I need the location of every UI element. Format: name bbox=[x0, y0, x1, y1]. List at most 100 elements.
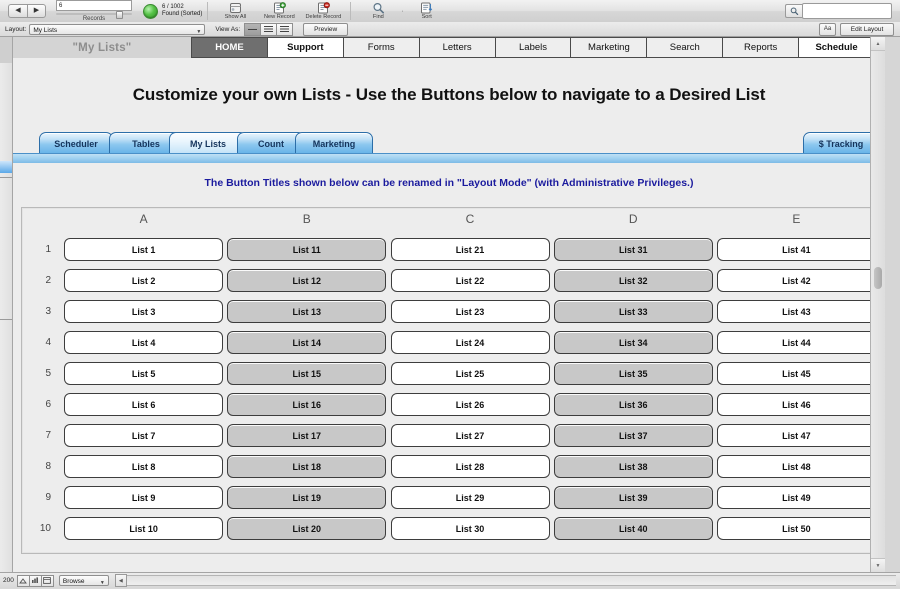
zoom-buttons[interactable] bbox=[17, 575, 54, 587]
nav-tab-marketing[interactable]: Marketing bbox=[571, 37, 647, 58]
list-button[interactable]: List 43 bbox=[717, 300, 876, 323]
new-record-icon bbox=[273, 2, 286, 14]
nav-tab-forms[interactable]: Forms bbox=[344, 37, 420, 58]
horizontal-scroll-track[interactable] bbox=[127, 575, 896, 586]
list-button[interactable]: List 42 bbox=[717, 269, 876, 292]
list-button[interactable]: List 25 bbox=[391, 362, 550, 385]
sort-button[interactable]: Sort bbox=[405, 2, 449, 20]
list-button[interactable]: List 44 bbox=[717, 331, 876, 354]
list-button[interactable]: List 17 bbox=[227, 424, 386, 447]
list-button[interactable]: List 11 bbox=[227, 238, 386, 261]
list-button[interactable]: List 14 bbox=[227, 331, 386, 354]
nav-tab-search[interactable]: Search bbox=[647, 37, 723, 58]
preview-button[interactable]: Preview bbox=[303, 23, 348, 36]
pie-chart-icon[interactable] bbox=[143, 4, 158, 19]
list-button[interactable]: List 40 bbox=[554, 517, 713, 540]
list-button[interactable]: List 32 bbox=[554, 269, 713, 292]
mode-select[interactable]: Browse ▼ bbox=[59, 575, 109, 586]
record-navigation[interactable]: ◀ ▶ bbox=[8, 4, 46, 18]
layout-select[interactable]: My Lists ▼ bbox=[29, 24, 205, 35]
find-button[interactable]: Find bbox=[356, 2, 400, 20]
zoom-out-button[interactable] bbox=[17, 575, 30, 587]
show-all-button[interactable]: Show All bbox=[213, 2, 257, 20]
list-button[interactable]: List 7 bbox=[64, 424, 223, 447]
list-button[interactable]: List 36 bbox=[554, 393, 713, 416]
view-as-buttons[interactable] bbox=[244, 23, 293, 36]
list-button[interactable]: List 4 bbox=[64, 331, 223, 354]
list-button[interactable]: List 39 bbox=[554, 486, 713, 509]
nav-tab-letters[interactable]: Letters bbox=[420, 37, 496, 58]
list-button[interactable]: List 49 bbox=[717, 486, 876, 509]
horizontal-scrollbar[interactable]: ◀ bbox=[115, 575, 896, 586]
scroll-left-icon[interactable]: ◀ bbox=[115, 574, 127, 587]
list-button[interactable]: List 38 bbox=[554, 455, 713, 478]
new-record-button[interactable]: New Record bbox=[257, 2, 301, 20]
list-button[interactable]: List 5 bbox=[64, 362, 223, 385]
view-as-list-button[interactable] bbox=[261, 23, 277, 36]
main-nav-tabs[interactable]: HOME Support Forms Letters Labels Market… bbox=[191, 37, 885, 58]
view-as-form-button[interactable] bbox=[244, 23, 261, 36]
scroll-up-icon[interactable]: ▲ bbox=[871, 37, 885, 51]
sub-tab-marketing[interactable]: Marketing bbox=[295, 132, 373, 154]
list-button[interactable]: List 21 bbox=[391, 238, 550, 261]
list-button[interactable]: List 13 bbox=[227, 300, 386, 323]
list-button[interactable]: List 30 bbox=[391, 517, 550, 540]
next-record-button[interactable]: ▶ bbox=[27, 4, 46, 18]
list-button[interactable]: List 24 bbox=[391, 331, 550, 354]
list-button[interactable]: List 10 bbox=[64, 517, 223, 540]
search-input[interactable] bbox=[802, 3, 892, 19]
list-button[interactable]: List 3 bbox=[64, 300, 223, 323]
sub-tab-tracking[interactable]: $ Tracking bbox=[803, 132, 879, 154]
record-slider[interactable] bbox=[56, 12, 132, 16]
sub-tab-my-lists[interactable]: My Lists bbox=[169, 132, 247, 154]
scrollbar-thumb[interactable] bbox=[874, 267, 882, 289]
list-button[interactable]: List 37 bbox=[554, 424, 713, 447]
list-button[interactable]: List 27 bbox=[391, 424, 550, 447]
scroll-down-icon[interactable]: ▼ bbox=[871, 558, 885, 572]
record-number-input[interactable]: 6 bbox=[56, 0, 132, 11]
edit-layout-button[interactable]: Edit Layout bbox=[840, 23, 894, 36]
nav-tab-labels[interactable]: Labels bbox=[496, 37, 572, 58]
text-format-button[interactable]: Aa bbox=[819, 23, 836, 36]
list-button[interactable]: List 48 bbox=[717, 455, 876, 478]
vertical-scrollbar[interactable]: ▲ ▼ bbox=[870, 37, 885, 572]
list-button[interactable]: List 6 bbox=[64, 393, 223, 416]
list-button[interactable]: List 31 bbox=[554, 238, 713, 261]
row-number: 5 bbox=[22, 368, 62, 379]
list-button[interactable]: List 16 bbox=[227, 393, 386, 416]
search-icon[interactable] bbox=[785, 4, 802, 18]
status-toggle-button[interactable] bbox=[42, 575, 54, 587]
list-button[interactable]: List 41 bbox=[717, 238, 876, 261]
list-button[interactable]: List 23 bbox=[391, 300, 550, 323]
list-button[interactable]: List 26 bbox=[391, 393, 550, 416]
list-button[interactable]: List 47 bbox=[717, 424, 876, 447]
list-button[interactable]: List 20 bbox=[227, 517, 386, 540]
list-button[interactable]: List 1 bbox=[64, 238, 223, 261]
zoom-in-button[interactable] bbox=[30, 575, 42, 587]
grid-cell: List 41 bbox=[715, 238, 878, 261]
list-button[interactable]: List 34 bbox=[554, 331, 713, 354]
list-button[interactable]: List 15 bbox=[227, 362, 386, 385]
list-button[interactable]: List 12 bbox=[227, 269, 386, 292]
list-button[interactable]: List 22 bbox=[391, 269, 550, 292]
list-button[interactable]: List 29 bbox=[391, 486, 550, 509]
list-button[interactable]: List 35 bbox=[554, 362, 713, 385]
list-button[interactable]: List 50 bbox=[717, 517, 876, 540]
list-button[interactable]: List 45 bbox=[717, 362, 876, 385]
list-button[interactable]: List 8 bbox=[64, 455, 223, 478]
nav-tab-support[interactable]: Support bbox=[268, 37, 344, 58]
sub-tab-scheduler[interactable]: Scheduler bbox=[39, 132, 113, 154]
nav-tab-home[interactable]: HOME bbox=[191, 37, 268, 58]
nav-tab-reports[interactable]: Reports bbox=[723, 37, 799, 58]
view-as-table-button[interactable] bbox=[277, 23, 293, 36]
list-button[interactable]: List 9 bbox=[64, 486, 223, 509]
list-button[interactable]: List 18 bbox=[227, 455, 386, 478]
nav-tab-schedule[interactable]: Schedule bbox=[799, 37, 875, 58]
list-button[interactable]: List 33 bbox=[554, 300, 713, 323]
list-button[interactable]: List 19 bbox=[227, 486, 386, 509]
list-button[interactable]: List 46 bbox=[717, 393, 876, 416]
list-button[interactable]: List 2 bbox=[64, 269, 223, 292]
delete-record-button[interactable]: Delete Record bbox=[301, 2, 345, 20]
previous-record-button[interactable]: ◀ bbox=[8, 4, 27, 18]
list-button[interactable]: List 28 bbox=[391, 455, 550, 478]
